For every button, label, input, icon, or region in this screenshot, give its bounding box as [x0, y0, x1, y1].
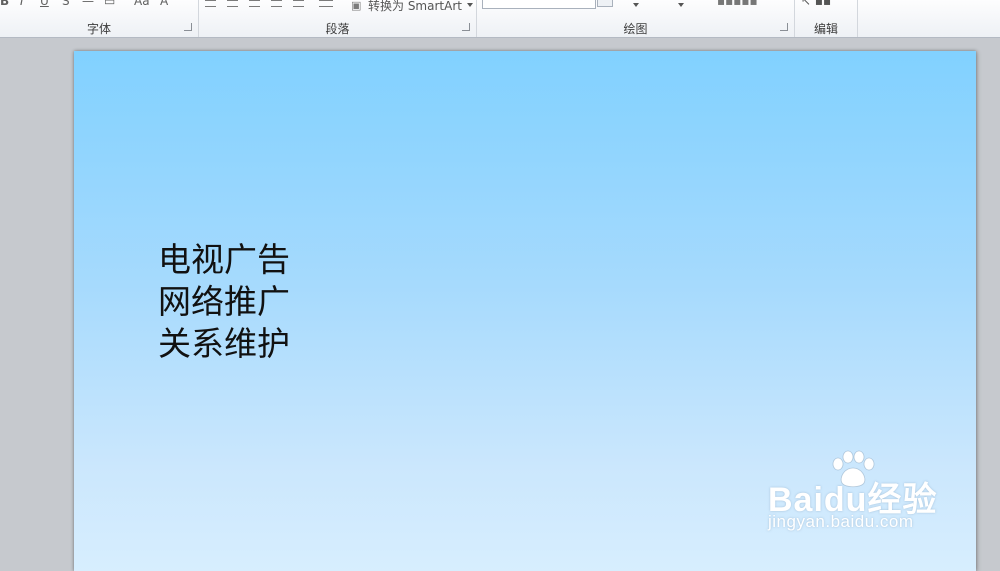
paragraph-group-label: 段落 — [325, 22, 350, 36]
font-group: B I U S — ▭ Aa A 字体 — [0, 0, 199, 37]
select-icon[interactable]: ↖ ▪▪ — [801, 0, 831, 8]
editing-group: ↖ ▪▪ 编辑 — [795, 0, 858, 37]
baidu-url-text: jingyan.baidu.com — [768, 512, 914, 531]
convert-smartart-button[interactable]: 转换为 SmartArt — [368, 0, 462, 14]
underline-icon[interactable]: U — [40, 0, 49, 8]
drawing-group: ▪▪▪▪▪ 绘图 — [477, 0, 795, 37]
shapes-gallery[interactable] — [482, 0, 596, 9]
paragraph-group: ▣ 转换为 SmartArt 段落 — [199, 0, 477, 37]
drawing-group-label: 绘图 — [623, 22, 648, 36]
char-spacing-icon[interactable]: ▭ — [104, 0, 115, 8]
font-group-label: 字体 — [86, 22, 111, 36]
slide-text-box[interactable]: 电视广告 网络推广 关系维护 — [158, 239, 290, 365]
distributed-icon[interactable] — [293, 0, 304, 7]
convert-smartart-dropdown-icon[interactable] — [467, 3, 473, 7]
bold-icon[interactable]: B — [0, 0, 9, 8]
arrange-dropdown-icon[interactable] — [633, 3, 639, 7]
change-case-icon[interactable]: Aa — [134, 0, 150, 8]
justify-icon[interactable] — [271, 0, 282, 7]
columns-icon[interactable] — [319, 0, 333, 7]
quick-styles-dropdown-icon[interactable] — [678, 3, 684, 7]
editing-group-label: 编辑 — [813, 22, 838, 36]
align-left-icon[interactable] — [205, 0, 216, 7]
paragraph-dialog-launcher-icon[interactable] — [462, 23, 470, 31]
italic-icon[interactable]: I — [20, 0, 24, 8]
strikethrough-icon[interactable]: — — [82, 0, 94, 8]
slide-text-line: 电视广告 — [158, 240, 290, 279]
align-center-icon[interactable] — [227, 0, 238, 7]
font-dialog-launcher-icon[interactable] — [184, 23, 192, 31]
shape-fill-icon[interactable]: ▪▪▪▪▪ — [717, 0, 758, 8]
drawing-dialog-launcher-icon[interactable] — [780, 23, 788, 31]
align-right-icon[interactable] — [249, 0, 260, 7]
shadow-icon[interactable]: S — [62, 0, 70, 8]
font-color-icon[interactable]: A — [160, 0, 168, 8]
smartart-icon: ▣ — [351, 0, 362, 12]
ribbon: B I U S — ▭ Aa A 字体 ▣ 转换为 SmartArt 段落 ▪▪… — [0, 0, 1000, 38]
slide-text-line: 网络推广 — [158, 282, 290, 321]
gallery-scroll-icon[interactable] — [597, 0, 613, 7]
baidu-watermark: Baidu经验 jingyan.baidu.com — [762, 450, 962, 540]
slide-text-line: 关系维护 — [158, 324, 290, 363]
